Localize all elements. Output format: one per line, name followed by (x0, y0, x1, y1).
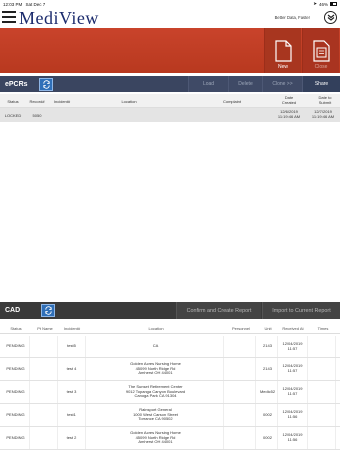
col-incident[interactable]: Incident# (58, 326, 86, 331)
cell-unit: 0002 (258, 427, 278, 449)
cell-status: PENDING (2, 336, 30, 357)
epcrs-table-header: Status Record# Incident# Location Compla… (0, 94, 340, 108)
cell-times (310, 404, 336, 426)
status-right: ➤ 46% (313, 1, 337, 7)
col-complaint[interactable]: Complaint (184, 99, 280, 104)
status-left: 12:03 PM Sat Dec 7 (3, 2, 45, 7)
new-button[interactable]: New (264, 28, 301, 73)
cell-date-created: 12/6/2019 11:19:46 AM (277, 109, 301, 119)
col-unit[interactable]: Unit (258, 326, 278, 331)
cell-received: 12/04/2019 11:57 (278, 381, 308, 403)
cell-incident: test1 (58, 404, 86, 426)
cad-title: CAD (5, 307, 21, 314)
action-banner: New Close (0, 28, 340, 73)
cell-location: CA (88, 336, 224, 357)
table-row[interactable]: LOCKED 5050 12/6/2019 11:19:46 AM 12/7/2… (0, 108, 340, 122)
app-header: MediView Better Data, Faster (0, 8, 340, 28)
cell-status: PENDING (2, 358, 30, 380)
col-received[interactable]: Received At (278, 326, 308, 331)
cell-received: 12/04/2019 11:57 (278, 336, 308, 357)
cell-incident: test5 (58, 336, 86, 357)
close-label: Close (314, 64, 328, 70)
cell-personnel (226, 381, 256, 403)
epcrs-title: ePCRs (5, 80, 28, 88)
col-record[interactable]: Record# (26, 99, 48, 104)
cell-received: 12/04/2019 11:57 (278, 358, 308, 380)
col-status[interactable]: Status (2, 99, 24, 104)
share-button[interactable]: Share (302, 76, 340, 92)
col-personnel[interactable]: Personnel (226, 326, 256, 331)
cell-status: PENDING (2, 404, 30, 426)
table-row[interactable]: PENDING test 2 Golden Acres Nursing Home 4… (0, 427, 340, 450)
load-button[interactable]: Load (188, 76, 228, 92)
cell-pt-name (32, 336, 58, 357)
col-date-submit[interactable]: Date to Submit (312, 95, 338, 105)
battery-icon (330, 2, 337, 6)
cell-pt-name (32, 427, 58, 449)
refresh-icon[interactable] (39, 77, 53, 91)
cell-pt-name (32, 404, 58, 426)
cell-pt-name (32, 381, 58, 403)
cell-location: The Sunset Retirement Center 9012 Topang… (88, 381, 224, 403)
location-icon: ➤ (313, 1, 317, 6)
cell-unit: 0002 (258, 404, 278, 426)
new-label: New (277, 64, 288, 70)
close-document-icon (312, 40, 330, 62)
cad-table-header: Status Pt Name Incident# Location Person… (0, 322, 340, 334)
battery-percent: 46% (318, 1, 328, 7)
cell-times (310, 358, 336, 380)
col-times[interactable]: Times (310, 326, 336, 331)
col-status[interactable]: Status (2, 326, 30, 331)
table-row[interactable]: PENDING test1 Rainsport General 1000 West … (0, 404, 340, 427)
chevron-down-icon[interactable] (324, 11, 337, 24)
cell-received: 12/04/2019 11:56 (278, 404, 308, 426)
cell-location: Golden Acres Nursing Home 45099 North Ri… (88, 427, 224, 449)
clone-button[interactable]: Clone >> (262, 76, 302, 92)
table-row[interactable]: PENDING test5 CA 2143 12/04/2019 11:57 (0, 336, 340, 358)
cell-record: 5050 (32, 113, 42, 118)
cell-personnel (226, 427, 256, 449)
cell-pt-name (32, 358, 58, 380)
cell-unit: Medic52 (258, 381, 278, 403)
cell-received: 12/04/2019 11:56 (278, 427, 308, 449)
table-row[interactable]: PENDING test 4 Golden Acres Nursing Home 4… (0, 358, 340, 381)
col-incident[interactable]: Incident# (50, 99, 74, 104)
cad-refresh-icon[interactable] (41, 304, 55, 317)
cell-times (310, 336, 336, 357)
cell-incident: test 2 (58, 427, 86, 449)
cell-unit: 2143 (258, 358, 278, 380)
cell-incident: test 4 (58, 358, 86, 380)
app-logo: MediView (19, 8, 99, 28)
tagline: Better Data, Faster (274, 15, 310, 20)
col-location[interactable]: Location (88, 326, 224, 331)
col-pt-name[interactable]: Pt Name (32, 326, 58, 331)
import-to-report-button[interactable]: Import to Current Report (262, 302, 340, 319)
menu-icon[interactable] (2, 11, 16, 23)
col-location[interactable]: Location (76, 99, 182, 104)
epcrs-toolbar: ePCRs Load Delete Clone >> Share (0, 76, 340, 92)
delete-button[interactable]: Delete (228, 76, 262, 92)
status-time: 12:03 PM (3, 1, 23, 7)
col-date-created[interactable]: Date Created (278, 95, 300, 105)
cad-toolbar: CAD Confirm and Create Report Import to … (0, 302, 340, 319)
cell-times (310, 381, 336, 403)
status-bar: 12:03 PM Sat Dec 7 ➤ 46% (0, 0, 340, 8)
new-document-icon (274, 40, 292, 62)
cell-personnel (226, 336, 256, 357)
cell-status: PENDING (2, 427, 30, 449)
cell-location: Golden Acres Nursing Home 45099 North Ri… (88, 358, 224, 380)
close-button[interactable]: Close (302, 28, 339, 73)
cell-times (310, 427, 336, 449)
cell-date-submit: 12/7/2019 11:19:46 AM (311, 109, 335, 119)
status-date: Sat Dec 7 (25, 1, 46, 7)
table-row[interactable]: PENDING test 3 The Sunset Retirement Cente… (0, 381, 340, 404)
cell-status: PENDING (2, 381, 30, 403)
cell-location: Rainsport General 1000 West Carson Stree… (88, 404, 224, 426)
cell-unit: 2143 (258, 336, 278, 357)
cell-incident: test 3 (58, 381, 86, 403)
cell-personnel (226, 358, 256, 380)
cell-status: LOCKED (4, 113, 22, 118)
cell-personnel (226, 404, 256, 426)
confirm-create-report-button[interactable]: Confirm and Create Report (176, 302, 261, 319)
